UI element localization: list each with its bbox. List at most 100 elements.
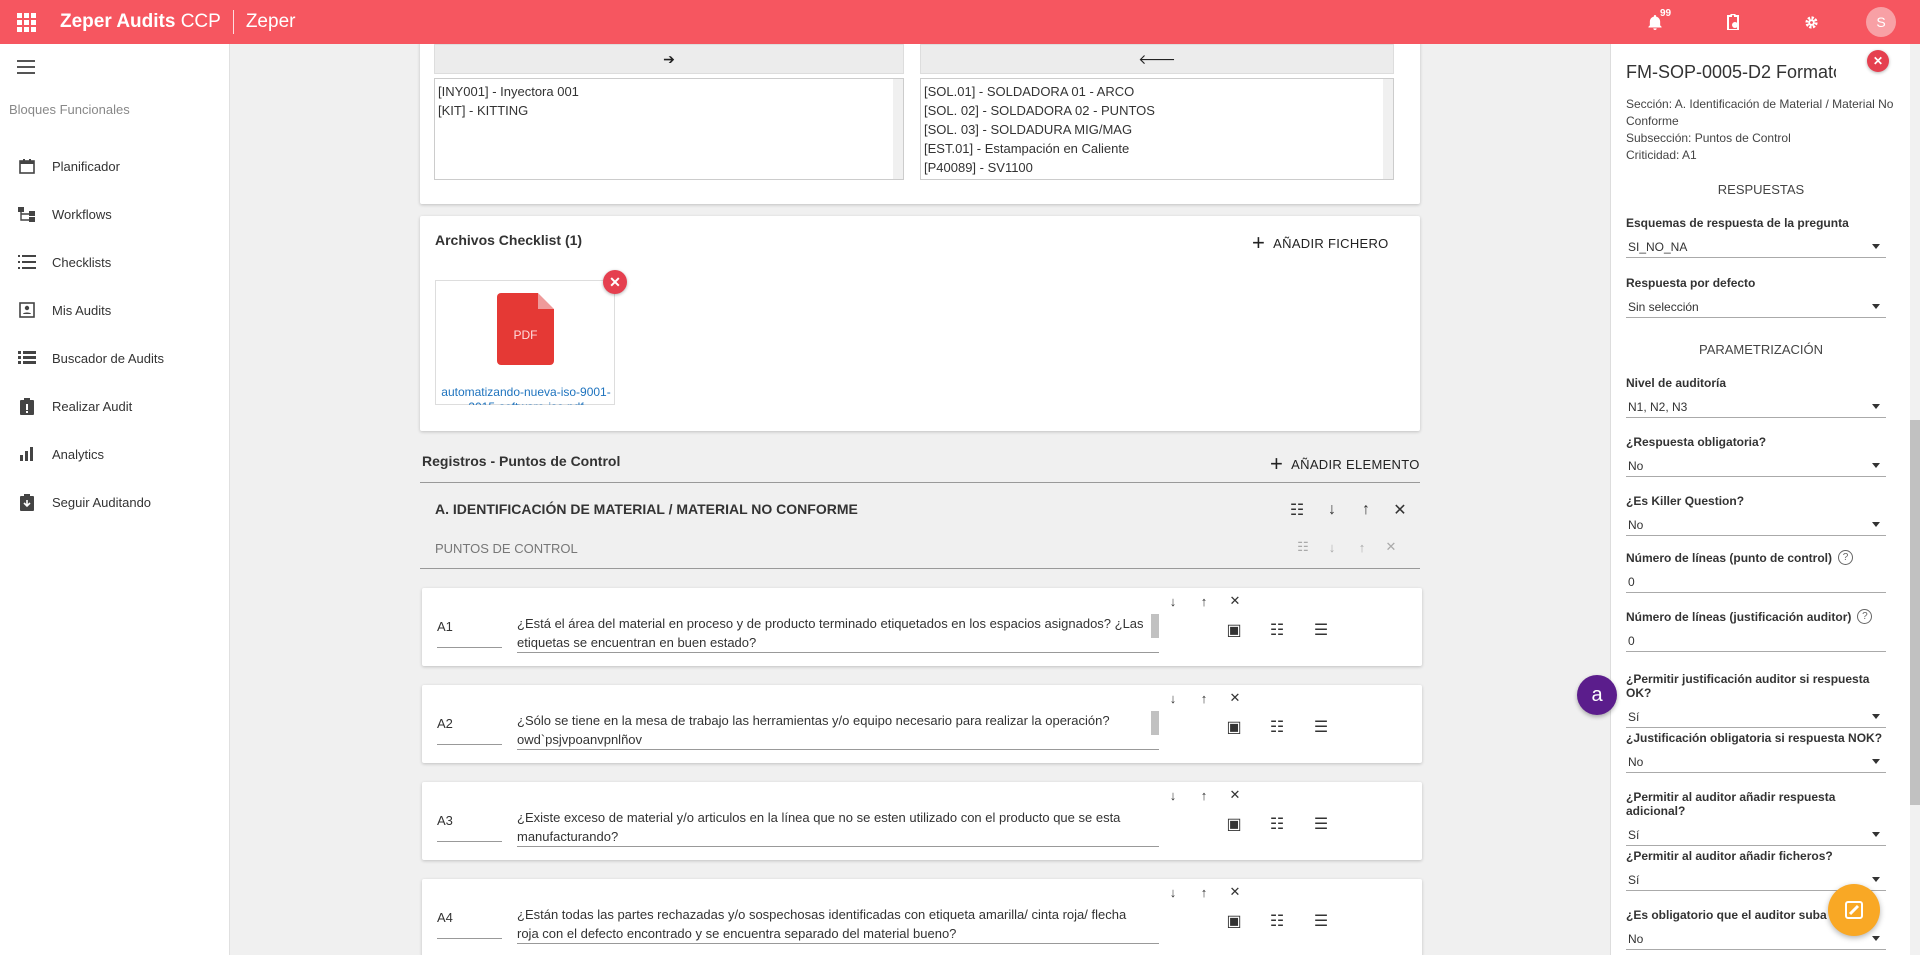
selected-list[interactable]: [SOL.01] - SOLDADORA 01 - ARCO [SOL. 02]… bbox=[920, 78, 1394, 180]
sidebar-item-workflows[interactable]: Workflows bbox=[0, 190, 229, 238]
tune-icon[interactable]: ☷ bbox=[1265, 812, 1289, 836]
image-icon[interactable]: ▣ bbox=[1222, 715, 1246, 739]
arrow-up-icon[interactable]: ↑ bbox=[1192, 880, 1216, 904]
close-icon[interactable]: ✕ bbox=[1379, 535, 1403, 559]
arrow-up-icon[interactable]: ↑ bbox=[1192, 686, 1216, 710]
just-ok-select[interactable]: ¿Permitir justificación auditor si respu… bbox=[1626, 672, 1886, 728]
sidebar-item-mis-audits[interactable]: Mis Audits bbox=[0, 286, 229, 334]
question-code[interactable]: A2 bbox=[437, 716, 502, 745]
arrow-down-icon[interactable]: ↓ bbox=[1161, 783, 1185, 807]
defecto-select[interactable]: Respuesta por defecto Sin selección bbox=[1626, 276, 1886, 318]
user-avatar[interactable]: S bbox=[1866, 7, 1896, 37]
image-icon[interactable]: ▣ bbox=[1222, 909, 1246, 933]
sidebar-item-realizar-audit[interactable]: Realizar Audit bbox=[0, 382, 229, 430]
sidebar-item-analytics[interactable]: Analytics bbox=[0, 430, 229, 478]
remove-file-button[interactable]: ✕ bbox=[603, 270, 627, 294]
killer-select[interactable]: ¿Es Killer Question? No bbox=[1626, 494, 1886, 536]
annotation-marker: a bbox=[1577, 675, 1617, 715]
tune-icon[interactable]: ☷ bbox=[1265, 715, 1289, 739]
arrow-down-icon[interactable]: ↓ bbox=[1320, 535, 1344, 559]
file-tile[interactable]: PDF automatizando-nueva-iso-9001-2015-so… bbox=[435, 280, 615, 405]
image-icon[interactable]: ▣ bbox=[1222, 618, 1246, 642]
list-item[interactable]: [SOL.01] - SOLDADORA 01 - ARCO bbox=[924, 82, 1390, 101]
question-code[interactable]: A3 bbox=[437, 813, 502, 842]
arrow-down-icon[interactable]: ↓ bbox=[1320, 498, 1344, 522]
lineas-ja-field[interactable]: Número de líneas (justificación auditor)… bbox=[1626, 609, 1886, 652]
edit-fab-button[interactable] bbox=[1828, 884, 1880, 936]
main-content: ➔ 🡐 [INY001] - Inyectora 001 [KIT] - KIT… bbox=[230, 44, 1610, 955]
arrow-left-icon: 🡐 bbox=[1138, 50, 1176, 67]
sidebar-item-seguir-auditando[interactable]: Seguir Auditando bbox=[0, 478, 229, 526]
available-list[interactable]: [INY001] - Inyectora 001 [KIT] - KITTING bbox=[434, 78, 904, 180]
indent-icon[interactable]: ☰ bbox=[1309, 812, 1333, 836]
files-title: Archivos Checklist (1) bbox=[435, 232, 583, 248]
arrow-up-icon[interactable]: ↑ bbox=[1192, 589, 1216, 613]
chevron-down-icon bbox=[1872, 877, 1880, 882]
tasks-button[interactable] bbox=[1694, 0, 1772, 44]
close-panel-button[interactable]: ✕ bbox=[1867, 50, 1889, 72]
app-brand[interactable]: Zeper Audits CCP bbox=[60, 11, 221, 33]
tune-icon[interactable]: ☷ bbox=[1285, 498, 1309, 522]
add-element-button[interactable]: + AÑADIR ELEMENTO bbox=[1270, 451, 1420, 477]
list-item[interactable]: [SOL. 02] - SOLDADORA 02 - PUNTOS bbox=[924, 101, 1390, 120]
esquemas-select[interactable]: Esquemas de respuesta de la pregunta SI_… bbox=[1626, 216, 1886, 258]
question-text[interactable]: ¿Existe exceso de material y/o articulos… bbox=[517, 808, 1159, 847]
tune-icon[interactable]: ☷ bbox=[1291, 535, 1315, 559]
calendar-icon bbox=[16, 158, 38, 174]
lineas-pc-field[interactable]: Número de líneas (punto de control)? 0 bbox=[1626, 550, 1886, 593]
nivel-select[interactable]: Nivel de auditoría N1, N2, N3 bbox=[1626, 376, 1886, 418]
scrollbar-thumb[interactable] bbox=[1910, 420, 1920, 805]
sidebar-item-planificador[interactable]: Planificador bbox=[0, 142, 229, 190]
indent-icon[interactable]: ☰ bbox=[1309, 715, 1333, 739]
tune-icon[interactable]: ☷ bbox=[1265, 909, 1289, 933]
file-name-link[interactable]: automatizando-nueva-iso-9001-2015-softwa… bbox=[438, 385, 614, 405]
sidebar-item-buscador[interactable]: Buscador de Audits bbox=[0, 334, 229, 382]
move-left-button[interactable]: 🡐 bbox=[920, 44, 1394, 74]
list-item[interactable]: [P40089] - SV1100 bbox=[924, 158, 1390, 177]
arrow-down-icon[interactable]: ↓ bbox=[1161, 589, 1185, 613]
scrollbar[interactable] bbox=[1151, 711, 1159, 735]
sidebar-item-checklists[interactable]: Checklists bbox=[0, 238, 229, 286]
question-code[interactable]: A4 bbox=[437, 910, 502, 939]
list-item[interactable]: [INY001] - Inyectora 001 bbox=[438, 82, 900, 101]
close-icon[interactable]: ✕ bbox=[1223, 783, 1247, 807]
list-scrollbar[interactable] bbox=[1383, 79, 1393, 179]
question-text[interactable]: ¿Sólo se tiene en la mesa de trabajo las… bbox=[517, 711, 1159, 750]
menu-icon[interactable] bbox=[17, 60, 35, 78]
tune-icon[interactable]: ☷ bbox=[1265, 618, 1289, 642]
arrow-up-icon[interactable]: ↑ bbox=[1354, 498, 1378, 522]
clipboard-clock-icon bbox=[1727, 14, 1739, 30]
help-icon[interactable]: ? bbox=[1857, 609, 1873, 624]
arrow-down-icon[interactable]: ↓ bbox=[1161, 880, 1185, 904]
close-icon[interactable]: ✕ bbox=[1223, 589, 1247, 613]
list-item[interactable]: [SOL. 03] - SOLDADURA MIG/MAG bbox=[924, 120, 1390, 139]
close-icon[interactable]: ✕ bbox=[1388, 498, 1412, 522]
files-card: Archivos Checklist (1) + AÑADIR FICHERO P… bbox=[420, 216, 1420, 431]
arrow-down-icon[interactable]: ↓ bbox=[1161, 686, 1185, 710]
apps-grid-icon[interactable] bbox=[0, 0, 52, 44]
add-file-button[interactable]: + AÑADIR FICHERO bbox=[1252, 230, 1389, 256]
list-item[interactable]: [EST.01] - Estampación en Caliente bbox=[924, 139, 1390, 158]
list-scrollbar[interactable] bbox=[893, 79, 903, 179]
arrow-up-icon[interactable]: ↑ bbox=[1192, 783, 1216, 807]
just-nok-select[interactable]: ¿Justificación obligatoria si respuesta … bbox=[1626, 731, 1886, 773]
notifications-button[interactable]: 99 bbox=[1616, 0, 1694, 44]
scrollbar[interactable] bbox=[1151, 614, 1159, 638]
obligatoria-select[interactable]: ¿Respuesta obligatoria? No bbox=[1626, 435, 1886, 477]
question-code[interactable]: A1 bbox=[437, 619, 502, 648]
adicional-select[interactable]: ¿Permitir al auditor añadir respuesta ad… bbox=[1626, 790, 1886, 846]
move-right-button[interactable]: ➔ bbox=[434, 44, 904, 74]
image-icon[interactable]: ▣ bbox=[1222, 812, 1246, 836]
settings-button[interactable] bbox=[1772, 0, 1850, 44]
close-icon[interactable]: ✕ bbox=[1223, 686, 1247, 710]
indent-icon[interactable]: ☰ bbox=[1309, 618, 1333, 642]
list-item[interactable]: [KIT] - KITTING bbox=[438, 101, 900, 120]
close-icon[interactable]: ✕ bbox=[1223, 880, 1247, 904]
question-text[interactable]: ¿Está el área del material en proceso y … bbox=[517, 614, 1159, 653]
indent-icon[interactable]: ☰ bbox=[1309, 909, 1333, 933]
gear-icon bbox=[1804, 15, 1818, 29]
help-icon[interactable]: ? bbox=[1838, 550, 1854, 565]
question-text[interactable]: ¿Están todas las partes rechazadas y/o s… bbox=[517, 905, 1159, 944]
arrow-up-icon[interactable]: ↑ bbox=[1350, 535, 1374, 559]
chevron-down-icon bbox=[1872, 304, 1880, 309]
